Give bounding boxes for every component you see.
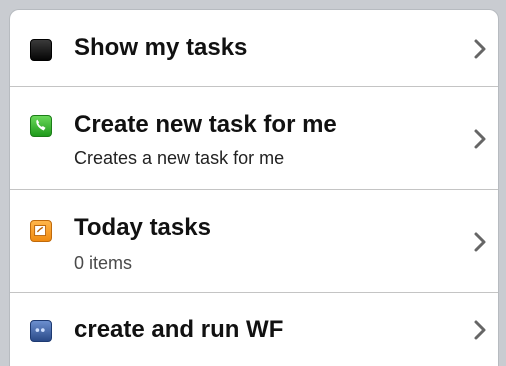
tasks-icon	[30, 39, 52, 61]
menu-item-title: Show my tasks	[74, 34, 248, 61]
menu-item-title: create and run WF	[74, 316, 284, 343]
menu-item-title: Create new task for me	[74, 111, 337, 138]
chevron-right-icon	[474, 320, 486, 340]
menu-item-today-tasks[interactable]: Today tasks 0 items	[10, 190, 498, 293]
menu-list: Show my tasks Create new task for me Cre…	[9, 9, 499, 366]
menu-item-title: Today tasks	[74, 214, 211, 241]
menu-item-show-my-tasks[interactable]: Show my tasks	[10, 10, 498, 87]
menu-item-subtitle: 0 items	[74, 253, 133, 273]
chevron-right-icon	[474, 129, 486, 149]
phone-icon	[30, 115, 52, 137]
menu-item-create-new-task[interactable]: Create new task for me Creates a new tas…	[10, 87, 498, 190]
chevron-right-icon	[474, 39, 486, 59]
menu-item-subtitle: Creates a new task for me	[74, 148, 285, 168]
menu-item-create-and-run-wf[interactable]: create and run WF	[10, 293, 498, 366]
screen-frame: Show my tasks Create new task for me Cre…	[0, 0, 506, 366]
chevron-right-icon	[474, 232, 486, 252]
calendar-icon	[30, 220, 52, 242]
workflow-icon	[30, 320, 52, 342]
